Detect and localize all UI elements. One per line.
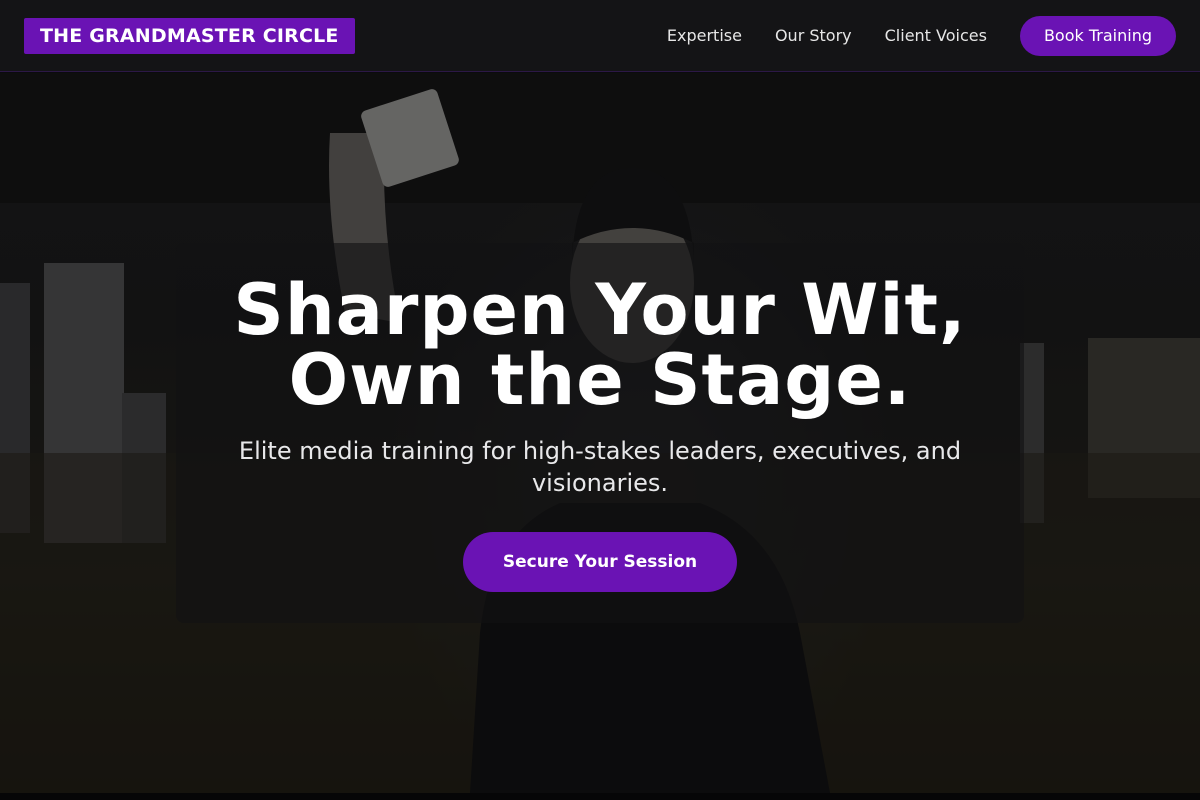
nav-link-expertise[interactable]: Expertise (667, 26, 742, 45)
main-nav: Expertise Our Story Client Voices Book T… (667, 15, 1176, 56)
page-bottom-edge (0, 793, 1200, 800)
hero-subtitle: Elite media training for high-stakes lea… (238, 437, 962, 497)
hero-title-line-2: Own the Stage. (288, 339, 912, 421)
nav-link-client-voices[interactable]: Client Voices (885, 26, 987, 45)
hero-card: Sharpen Your Wit, Own the Stage. Elite m… (176, 243, 1024, 623)
site-logo[interactable]: THE GRANDMASTER CIRCLE (24, 17, 355, 54)
hero-title: Sharpen Your Wit, Own the Stage. (176, 275, 1024, 415)
site-header: THE GRANDMASTER CIRCLE Expertise Our Sto… (0, 0, 1200, 72)
book-training-button[interactable]: Book Training (1019, 15, 1176, 56)
hero-section: Sharpen Your Wit, Own the Stage. Elite m… (0, 73, 1200, 793)
secure-session-button[interactable]: Secure Your Session (462, 532, 738, 592)
nav-link-our-story[interactable]: Our Story (775, 26, 852, 45)
